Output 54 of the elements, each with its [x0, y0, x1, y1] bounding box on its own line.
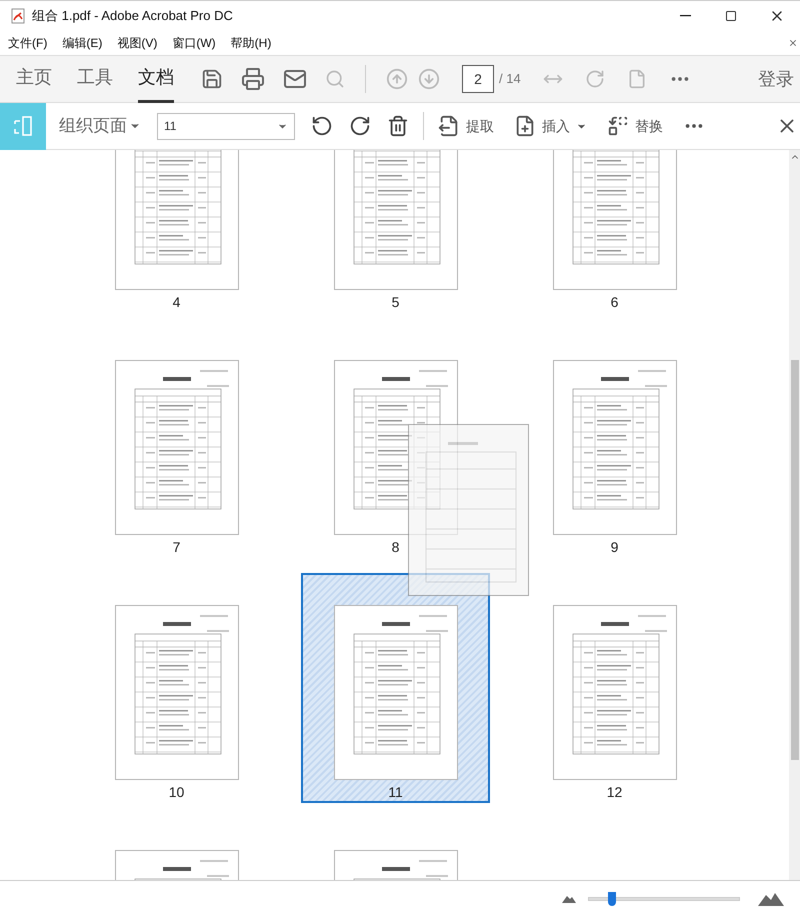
page-number: 4 [172, 294, 180, 310]
replace-button[interactable]: 替换 [607, 115, 663, 137]
menu-item[interactable]: 视图(V) [117, 34, 158, 52]
page-thumbnail[interactable] [114, 605, 238, 780]
extract-button[interactable]: 提取 [438, 115, 494, 137]
menu-item[interactable]: 编辑(E) [62, 34, 102, 52]
page-thumbnail[interactable] [552, 605, 676, 780]
mail-icon[interactable] [283, 67, 307, 91]
nav-tab[interactable]: 主页 [16, 56, 52, 102]
menu-item[interactable]: 窗口(W) [172, 34, 216, 52]
menu-item[interactable]: 帮助(H) [230, 34, 272, 52]
insert-page-icon [514, 115, 536, 137]
zoom-out-icon[interactable] [562, 895, 576, 903]
page-number: 5 [392, 294, 400, 310]
page-thumbnail[interactable] [334, 150, 458, 290]
selection-highlight[interactable]: 11 [301, 573, 490, 803]
extract-icon [438, 115, 460, 137]
save-icon[interactable] [201, 68, 223, 90]
minimize-icon [680, 14, 690, 16]
menu-item[interactable]: 文件(F) [8, 34, 48, 52]
page-thumbnail[interactable] [114, 360, 238, 535]
pdf-file-icon [10, 8, 26, 24]
page-number-field[interactable]: 2 [462, 65, 494, 93]
page-number: 8 [392, 539, 400, 555]
print-icon[interactable] [241, 67, 265, 91]
page-number: 7 [172, 539, 180, 555]
page-number: 10 [168, 784, 184, 800]
sign-in-button[interactable]: 登录 [758, 66, 794, 92]
close-icon[interactable] [788, 38, 798, 48]
page-thumbnail[interactable] [334, 605, 458, 780]
page-thumbnail[interactable] [552, 150, 676, 290]
scrollbar[interactable] [789, 150, 800, 880]
zoom-slider-thumb[interactable] [608, 892, 616, 906]
page-number: 12 [606, 784, 622, 800]
page-range-field[interactable]: 11 [157, 112, 295, 140]
organize-menu-button[interactable]: 组织页面 [59, 113, 141, 139]
nav-tab[interactable]: 工具 [77, 56, 113, 102]
window-title: 组合 1.pdf - Adobe Acrobat Pro DC [32, 6, 233, 25]
replace-icon [607, 115, 629, 137]
page-thumbnail[interactable] [114, 150, 238, 290]
insert-button[interactable]: 插入 [514, 115, 587, 137]
panel-toggle-button[interactable] [0, 102, 46, 150]
zoom-in-icon[interactable] [758, 892, 784, 906]
page-number: 11 [388, 784, 403, 800]
rotate-right-icon[interactable] [349, 115, 371, 137]
page-number: 9 [610, 539, 618, 555]
rotate-left-icon[interactable] [311, 115, 333, 137]
maximize-icon [725, 10, 737, 22]
delete-icon[interactable] [387, 115, 409, 137]
page-count: / 14 [499, 70, 521, 88]
page-panel-icon [12, 115, 34, 137]
page-number: 6 [610, 294, 618, 310]
page-thumbnail[interactable] [552, 360, 676, 535]
nav-tab[interactable]: 文档 [138, 56, 174, 102]
